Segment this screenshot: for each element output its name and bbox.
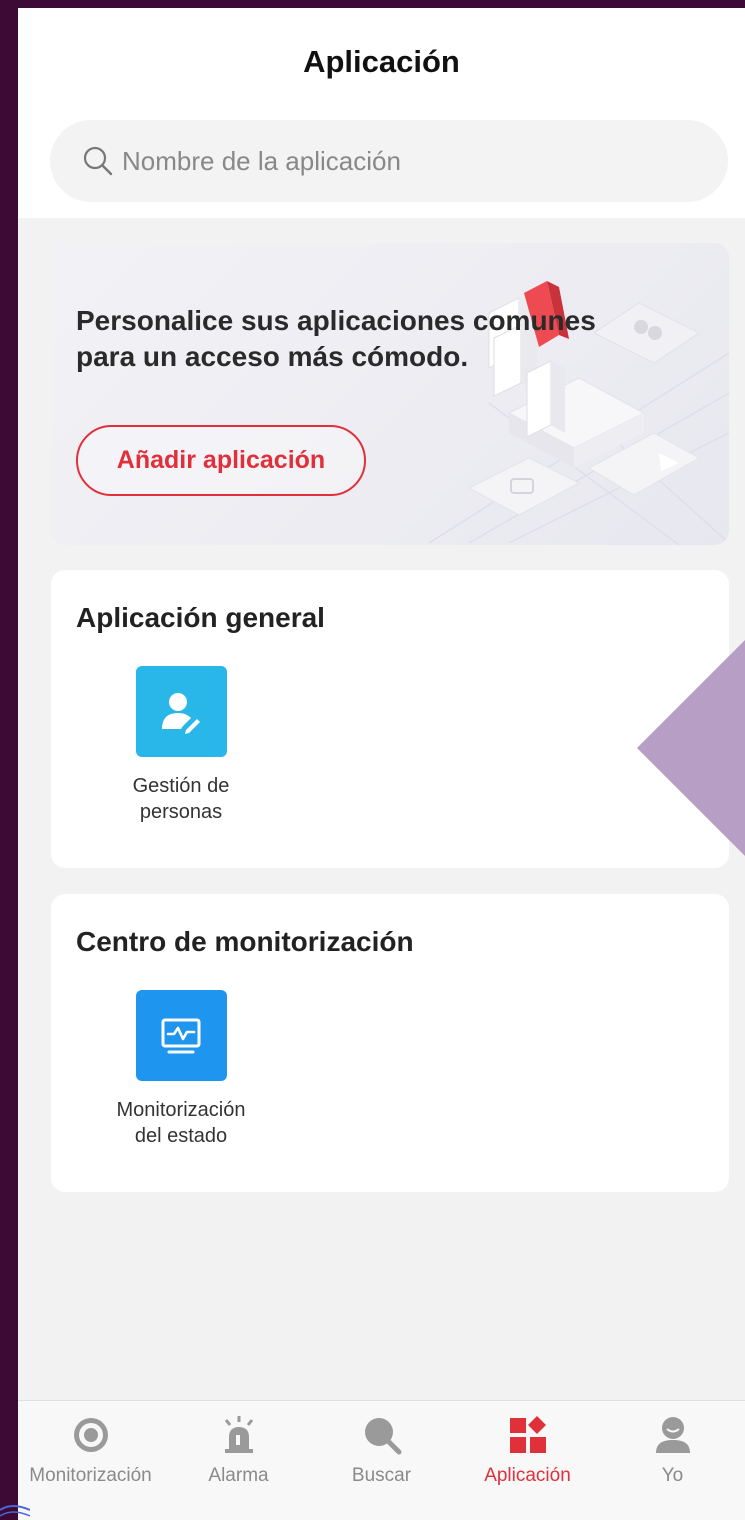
page-title: Aplicación (303, 44, 460, 79)
tab-yo[interactable]: Yo (600, 1415, 745, 1487)
tab-monitorizacion[interactable]: Monitorización (18, 1415, 163, 1487)
search-icon (364, 1418, 401, 1455)
isometric-apps-illustration (429, 281, 729, 545)
app-label: Monitorización del estado (81, 1097, 281, 1149)
add-application-button[interactable]: Añadir aplicación (76, 425, 366, 496)
status-monitor-icon (135, 990, 227, 1081)
decorative-curve (0, 1505, 30, 1517)
app-label-line2: del estado (134, 1125, 228, 1147)
app-label-line1: Monitorización (116, 1099, 246, 1121)
section-general-apps: Aplicación general Gestión de personas (51, 570, 729, 868)
promo-message-line1: Personalice sus aplicaciones comunes (76, 305, 596, 336)
search-placeholder: Nombre de la aplicación (122, 145, 401, 176)
camera-icon (73, 1418, 108, 1452)
app-label-line2: personas (139, 801, 223, 823)
section-title: Centro de monitorización (76, 926, 414, 957)
tab-aplicacion[interactable]: Aplicación (455, 1415, 600, 1487)
tab-label: Yo (661, 1465, 684, 1486)
tab-label: Alarma (208, 1465, 269, 1486)
promo-message: Personalice sus aplicaciones comunes par… (76, 303, 676, 375)
app-tile-status-monitoring[interactable]: Monitorización del estado (81, 990, 281, 1149)
promo-message-line2: para un acceso más cómodo. (76, 341, 469, 372)
decorative-triangle (637, 640, 745, 856)
apps-grid-icon (509, 1416, 546, 1453)
app-header: Aplicación Nombre de la aplicación (18, 8, 745, 218)
window-frame-left (0, 0, 18, 1520)
section-monitoring-center: Centro de monitorización Monitorización … (51, 894, 729, 1192)
tab-label: Aplicación (484, 1465, 571, 1486)
tab-label: Monitorización (29, 1465, 152, 1486)
alarm-icon (224, 1416, 253, 1453)
person-edit-icon (135, 666, 227, 757)
tab-alarma[interactable]: Alarma (166, 1415, 311, 1487)
app-tile-person-management[interactable]: Gestión de personas (81, 666, 281, 825)
section-title: Aplicación general (76, 602, 325, 633)
app-label: Gestión de personas (81, 773, 281, 825)
bottom-tab-bar: Monitorización Alarma Buscar Aplicación … (18, 1400, 745, 1520)
search-icon (83, 146, 113, 176)
user-icon (655, 1417, 690, 1453)
window-frame-top (0, 0, 745, 8)
tab-buscar[interactable]: Buscar (309, 1415, 454, 1487)
app-screen: Aplicación Nombre de la aplicación Perso… (18, 8, 745, 1520)
app-label-line1: Gestión de (132, 775, 230, 797)
search-input[interactable]: Nombre de la aplicación (50, 120, 728, 202)
promo-banner: Personalice sus aplicaciones comunes par… (51, 243, 729, 545)
tab-label: Buscar (351, 1465, 412, 1486)
